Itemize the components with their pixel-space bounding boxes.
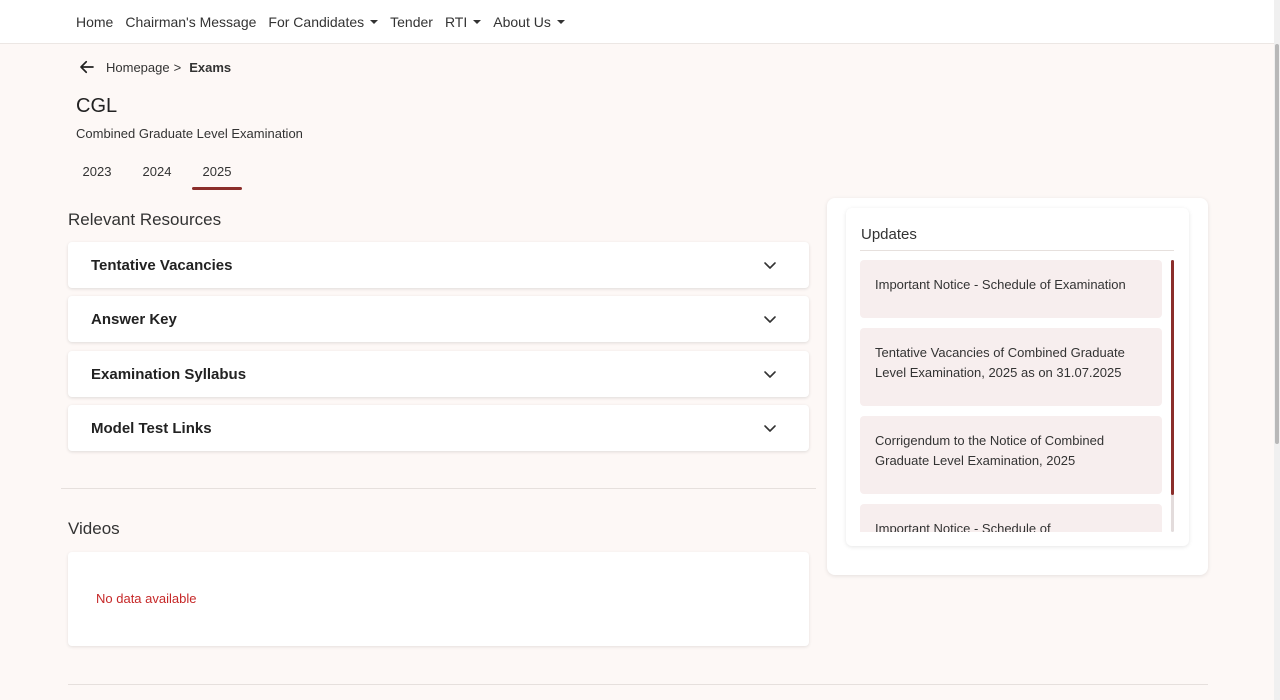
page-subtitle: Combined Graduate Level Examination: [76, 126, 303, 141]
updates-scrollbar-thumb[interactable]: [1171, 260, 1174, 495]
section-divider: [61, 488, 816, 489]
page-scrollbar-thumb[interactable]: [1275, 44, 1279, 444]
nav-label: Home: [76, 13, 114, 30]
nav-item-tender[interactable]: Tender: [390, 14, 433, 30]
nav-item-for-candidates[interactable]: For Candidates: [268, 13, 379, 30]
accordion-label: Tentative Vacancies: [91, 256, 233, 274]
footer-divider: [68, 684, 1208, 685]
nav-label: Tender: [390, 13, 433, 30]
tab-year-2025[interactable]: 2025: [190, 158, 244, 190]
nav-item-chairmans-message[interactable]: Chairman's Message: [125, 14, 256, 30]
accordion-answer-key[interactable]: Answer Key: [68, 296, 809, 342]
chevron-down-icon: [764, 316, 776, 323]
accordion-model-test-links[interactable]: Model Test Links: [68, 405, 809, 451]
nav-label: Chairman's Message: [125, 13, 257, 30]
accordion-label: Examination Syllabus: [91, 365, 247, 383]
top-nav: Home Chairman's Message For Candidates T…: [0, 0, 1274, 44]
update-item[interactable]: Corrigendum to the Notice of Combined Gr…: [860, 416, 1162, 494]
updates-card: Updates Important Notice - Schedule of E…: [846, 208, 1189, 546]
breadcrumb: Homepage > Exams: [78, 58, 231, 76]
page-scrollbar[interactable]: [1274, 0, 1280, 700]
tab-year-2024[interactable]: 2024: [130, 158, 184, 190]
chevron-down-icon: [764, 371, 776, 378]
update-item[interactable]: Tentative Vacancies of Combined Graduate…: [860, 328, 1162, 406]
caret-down-icon: [473, 19, 482, 24]
accordion-tentative-vacancies[interactable]: Tentative Vacancies: [68, 242, 809, 288]
updates-panel: Updates Important Notice - Schedule of E…: [827, 198, 1208, 575]
nav-item-about-us[interactable]: About Us: [493, 14, 565, 30]
updates-title: Updates: [861, 226, 917, 243]
tab-year-2023[interactable]: 2023: [70, 158, 124, 190]
update-item[interactable]: Important Notice - Schedule of Examinati…: [860, 260, 1162, 318]
videos-heading: Videos: [68, 519, 120, 538]
page-title: CGL: [76, 95, 118, 117]
updates-list[interactable]: Important Notice - Schedule of Examinati…: [860, 260, 1176, 532]
back-arrow-icon[interactable]: [78, 58, 96, 76]
nav-item-home[interactable]: Home: [76, 14, 113, 30]
accordion-label: Model Test Links: [91, 419, 212, 437]
chevron-down-icon: [764, 262, 776, 269]
accordion-examination-syllabus[interactable]: Examination Syllabus: [68, 351, 809, 397]
caret-down-icon: [370, 19, 379, 24]
nav-item-rti[interactable]: RTI: [444, 13, 482, 30]
updates-divider: [860, 250, 1174, 251]
accordion-label: Answer Key: [91, 310, 177, 328]
year-tabs: 2023 2024 2025: [70, 158, 250, 190]
update-item[interactable]: Important Notice - Schedule of: [860, 504, 1162, 532]
breadcrumb-current: Exams: [189, 59, 232, 75]
chevron-down-icon: [764, 425, 776, 432]
nav-label: RTI: [444, 13, 468, 30]
nav-label: For Candidates: [268, 13, 365, 30]
empty-state-text: No data available: [96, 591, 197, 606]
caret-down-icon: [556, 19, 565, 24]
breadcrumb-separator: >: [173, 59, 182, 75]
nav-label: About Us: [493, 13, 551, 30]
videos-card: No data available: [68, 552, 809, 646]
breadcrumb-home-link[interactable]: Homepage: [106, 60, 170, 75]
resources-heading: Relevant Resources: [68, 210, 222, 229]
